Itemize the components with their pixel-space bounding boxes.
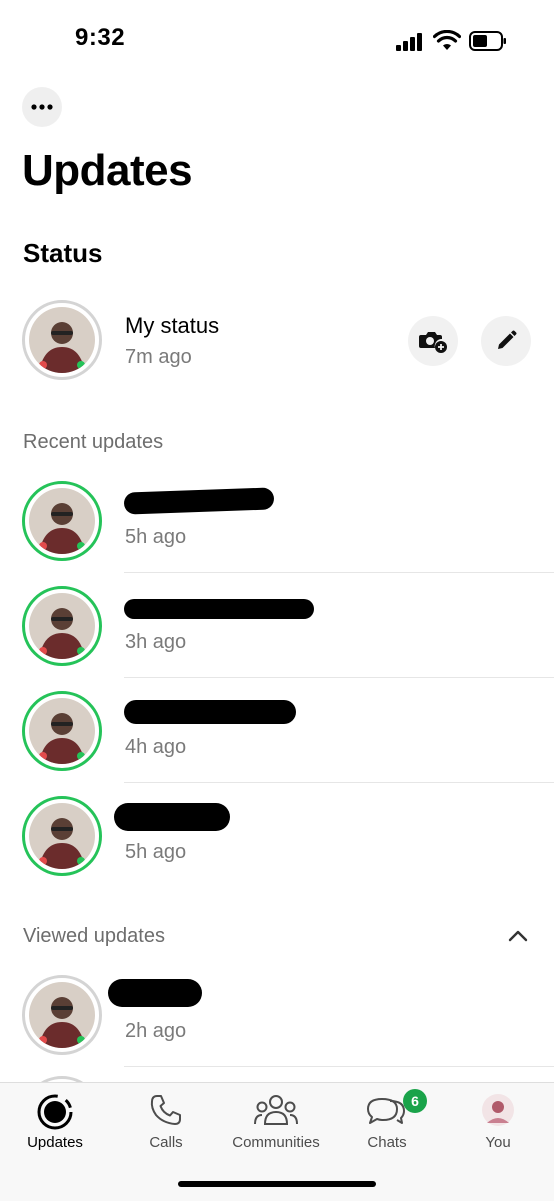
camera-add-icon [419,332,447,353]
text-status-button[interactable] [481,316,531,366]
my-status-time: 7m ago [125,346,192,368]
ellipsis-icon [31,104,53,110]
my-status-row[interactable]: My status 7m ago [0,298,554,382]
chevron-up-icon[interactable] [507,929,529,943]
contact-avatar [22,691,102,771]
divider [124,677,554,678]
tab-label: Calls [149,1134,183,1151]
divider [124,1066,554,1067]
status-section-title: Status [23,238,103,268]
status-list-item[interactable]: 3h ago [0,583,554,678]
status-time: 2h ago [125,1020,187,1042]
status-list-item[interactable]: 5h ago [0,793,554,888]
redacted-contact-name [124,700,296,724]
avatar-photo [29,593,95,659]
chats-unread-badge: 6 [403,1089,427,1113]
divider [124,572,554,573]
status-time: 5h ago [125,841,187,863]
profile-avatar [482,1094,514,1126]
contact-avatar [22,481,102,561]
status-list-item[interactable]: 2h ago [0,972,554,1067]
avatar-photo [29,698,95,764]
tab-updates[interactable]: Updates [0,1091,110,1161]
camera-status-button[interactable] [408,316,458,366]
tab-communities[interactable]: Communities [221,1091,331,1161]
updates-icon [37,1094,73,1130]
status-list-item[interactable]: 4h ago [0,688,554,783]
contact-avatar [22,975,102,1055]
pencil-icon [498,330,517,349]
more-options-button[interactable] [22,87,62,127]
viewed-updates-label: Viewed updates [23,925,165,947]
status-time: 5h ago [125,526,187,548]
communities-icon [254,1095,298,1125]
tab-label: Communities [232,1134,320,1151]
status-bar-time: 9:32 [75,24,126,51]
redacted-contact-name [114,803,230,831]
avatar-photo [29,982,95,1048]
divider [124,782,554,783]
avatar-photo [29,803,95,869]
home-indicator [178,1181,376,1187]
redacted-contact-name [123,487,275,515]
tab-label: Chats [367,1134,407,1151]
contact-avatar [22,586,102,666]
phone-icon [150,1095,181,1125]
avatar-photo [29,488,95,554]
avatar-photo [29,307,95,373]
my-status-name: My status [125,313,220,338]
page-title: Updates [22,146,193,195]
contact-avatar [22,796,102,876]
redacted-contact-name [124,599,314,619]
status-time: 3h ago [125,631,187,653]
tab-calls[interactable]: Calls [111,1091,221,1161]
tab-label: You [485,1134,511,1151]
tab-you[interactable]: You [443,1091,553,1161]
my-status-avatar [22,300,102,380]
wifi-icon [433,30,461,50]
tab-label: Updates [27,1134,83,1151]
status-time: 4h ago [125,736,187,758]
redacted-contact-name [108,979,202,1007]
battery-icon [469,31,506,51]
status-list-item[interactable]: 5h ago [0,478,554,573]
recent-updates-label: Recent updates [23,431,164,453]
cellular-signal-icon [396,33,424,51]
